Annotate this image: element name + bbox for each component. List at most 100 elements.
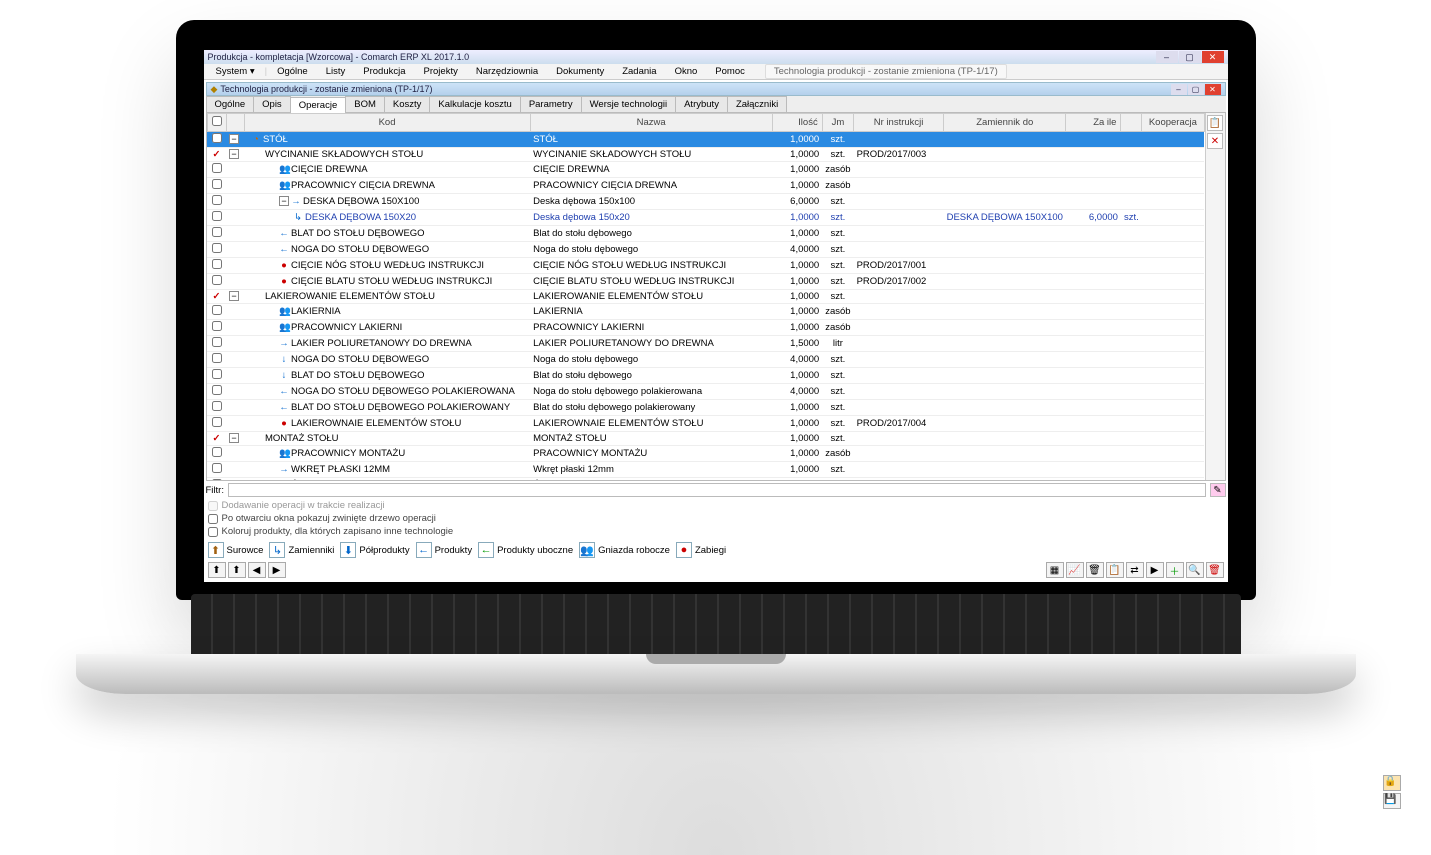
menu-ogolne[interactable]: Ogólne — [269, 65, 316, 78]
table-row[interactable]: ●LAKIEROWNAIE ELEMENTÓW STOŁULAKIEROWNAI… — [207, 416, 1204, 432]
col-instr[interactable]: Nr instrukcji — [854, 114, 944, 132]
legend-uboczne-icon: ← — [478, 542, 494, 558]
table-row[interactable]: 👥PRACOWNICY LAKIERNIPRACOWNICY LAKIERNI1… — [207, 320, 1204, 336]
menu-pomoc[interactable]: Pomoc — [707, 65, 753, 78]
table-header-row: Kod Nazwa Ilość Jm Nr instrukcji Zamienn… — [207, 114, 1204, 132]
table-row[interactable]: ↳DESKA DĘBOWA 150X20Deska dębowa 150x201… — [207, 210, 1204, 226]
bt-btn10[interactable]: ▶ — [1146, 562, 1164, 578]
table-row[interactable]: ✓−MONTAŻ STOŁUMONTAŻ STOŁU1,0000szt. — [207, 432, 1204, 446]
bt-btn2[interactable]: ⬆ — [228, 562, 246, 578]
tab-opis[interactable]: Opis — [253, 96, 291, 112]
table-row[interactable]: ↓BLAT DO STOŁU DĘBOWEGOBlat do stołu dęb… — [207, 368, 1204, 384]
opt1-checkbox — [208, 501, 218, 511]
opt3-checkbox[interactable] — [208, 527, 218, 537]
table-row[interactable]: ●CIĘCIE BLATU STOŁU WEDŁUG INSTRUKCJICIĘ… — [207, 274, 1204, 290]
side-delete-button[interactable]: ✕ — [1207, 133, 1223, 149]
table-row[interactable]: ←BLAT DO STOŁU DĘBOWEGOBlat do stołu dęb… — [207, 226, 1204, 242]
col-zaile[interactable]: Za ile — [1066, 114, 1121, 132]
bt-btn3[interactable]: ◀ — [248, 562, 266, 578]
menu-okno[interactable]: Okno — [667, 65, 706, 78]
tab-atrybuty[interactable]: Atrybuty — [675, 96, 728, 112]
col-jm[interactable]: Jm — [822, 114, 853, 132]
filter-row: Filtr: ✎ — [206, 483, 1226, 497]
table-row[interactable]: −→DESKA DĘBOWA 150X100Deska dębowa 150x1… — [207, 194, 1204, 210]
subwindow-minimize-button[interactable]: – — [1171, 84, 1187, 95]
col-koop[interactable]: Kooperacja — [1142, 114, 1204, 132]
menu-listy[interactable]: Listy — [318, 65, 354, 78]
tab-koszty[interactable]: Koszty — [384, 96, 431, 112]
legend-polprodukty-icon: ⬇ — [340, 542, 356, 558]
window-title: Produkcja - kompletacja [Wzorcowa] - Com… — [208, 52, 470, 62]
side-add-button[interactable]: 📋 — [1207, 115, 1223, 131]
filter-input[interactable] — [228, 483, 1206, 497]
bottom-toolbar: ⬆ ⬆ ◀ ▶ ▦ 📈 🗑 📋 ⇄ ▶ ＋ 🔍 🗑 — [208, 562, 1224, 578]
tab-operacje[interactable]: Operacje — [290, 97, 347, 113]
bt-btn7[interactable]: 🗑 — [1086, 562, 1104, 578]
menu-narzedziownia[interactable]: Narzędziownia — [468, 65, 546, 78]
tabs: Ogólne Opis Operacje BOM Koszty Kalkulac… — [206, 96, 1226, 113]
doc-indicator[interactable]: Technologia produkcji - zostanie zmienio… — [765, 64, 1007, 79]
table-row[interactable]: ●CIĘCIE NÓG STOŁU WEDŁUG INSTRUKCJICIĘCI… — [207, 258, 1204, 274]
bt-btn6[interactable]: 📈 — [1066, 562, 1084, 578]
table-row[interactable]: 👥CIĘCIE DREWNACIĘCIE DREWNA1,0000zasób — [207, 162, 1204, 178]
expand-toggle[interactable]: − — [229, 134, 239, 144]
filter-apply-button[interactable]: ✎ — [1210, 483, 1226, 497]
bt-btn9[interactable]: ⇄ — [1126, 562, 1144, 578]
legend-zabiegi-icon: ● — [676, 542, 692, 558]
operations-tree-grid[interactable]: Kod Nazwa Ilość Jm Nr instrukcji Zamienn… — [207, 113, 1205, 480]
table-row[interactable]: 👥PRACOWNICY CIĘCIA DREWNAPRACOWNICY CIĘC… — [207, 178, 1204, 194]
table-row[interactable]: →WKRĘT PŁASKI 12MMWkręt płaski 12mm1,000… — [207, 462, 1204, 478]
expand-toggle[interactable]: − — [229, 433, 239, 443]
window-close-button[interactable]: ✕ — [1202, 51, 1224, 63]
opt2-checkbox[interactable] — [208, 514, 218, 524]
table-row[interactable]: →ŚRUBA OZDOBNA 15MMŚruba ozdobna 15mm16,… — [207, 478, 1204, 481]
tab-zalaczniki[interactable]: Załączniki — [727, 96, 787, 112]
expand-toggle[interactable]: − — [229, 291, 239, 301]
tab-wersje[interactable]: Wersje technologii — [581, 96, 676, 112]
tab-kalkulacje[interactable]: Kalkulacje kosztu — [429, 96, 520, 112]
subwindow-titlebar: ◆ Technologia produkcji - zostanie zmien… — [206, 82, 1226, 96]
bt-btn4[interactable]: ▶ — [268, 562, 286, 578]
menu-dokumenty[interactable]: Dokumenty — [548, 65, 612, 78]
table-row[interactable]: ←NOGA DO STOŁU DĘBOWEGO POLAKIEROWANANog… — [207, 384, 1204, 400]
bt-search[interactable]: 🔍 — [1186, 562, 1204, 578]
bt-btn1[interactable]: ⬆ — [208, 562, 226, 578]
menu-zadania[interactable]: Zadania — [614, 65, 664, 78]
side-toolbar: 📋 ✕ — [1205, 113, 1225, 480]
tab-parametry[interactable]: Parametry — [520, 96, 582, 112]
legend-surowce-icon: ⬆ — [208, 542, 224, 558]
window-maximize-button[interactable]: ▢ — [1179, 51, 1201, 63]
expand-toggle[interactable]: − — [229, 149, 239, 159]
table-row[interactable]: ←BLAT DO STOŁU DĘBOWEGO POLAKIEROWANYBla… — [207, 400, 1204, 416]
tab-ogolne[interactable]: Ogólne — [206, 96, 255, 112]
col-nazwa[interactable]: Nazwa — [530, 114, 772, 132]
subwindow-title: Technologia produkcji - zostanie zmienio… — [220, 84, 432, 94]
col-ilosc[interactable]: Ilość — [772, 114, 822, 132]
window-minimize-button[interactable]: – — [1156, 51, 1178, 63]
table-row[interactable]: 👥LAKIERNIALAKIERNIA1,0000zasób — [207, 304, 1204, 320]
menubar: System ▾ | Ogólne Listy Produkcja Projek… — [204, 64, 1228, 80]
expand-toggle[interactable]: − — [279, 196, 289, 206]
col-kod[interactable]: Kod — [244, 114, 530, 132]
options: Dodawanie operacji w trakcie realizacji … — [208, 499, 1224, 538]
table-row[interactable]: 👥PRACOWNICY MONTAŻUPRACOWNICY MONTAŻU1,0… — [207, 446, 1204, 462]
col-zam[interactable]: Zamiennik do — [944, 114, 1066, 132]
table-row[interactable]: ✓−LAKIEROWANIE ELEMENTÓW STOŁULAKIEROWAN… — [207, 290, 1204, 304]
tab-bom[interactable]: BOM — [345, 96, 385, 112]
bt-btn5[interactable]: ▦ — [1046, 562, 1064, 578]
bt-add[interactable]: ＋ — [1166, 562, 1184, 578]
subwindow-close-button[interactable]: ✕ — [1205, 84, 1221, 95]
subwindow-maximize-button[interactable]: ▢ — [1188, 84, 1204, 95]
header-checkbox[interactable] — [212, 116, 222, 126]
legend-zamienniki-icon: ↳ — [269, 542, 285, 558]
menu-produkcja[interactable]: Produkcja — [355, 65, 413, 78]
table-row[interactable]: ↓NOGA DO STOŁU DĘBOWEGONoga do stołu dęb… — [207, 352, 1204, 368]
table-row[interactable]: ←NOGA DO STOŁU DĘBOWEGONoga do stołu dęb… — [207, 242, 1204, 258]
table-row[interactable]: −◔STÓŁSTÓŁ1,0000szt. — [207, 132, 1204, 148]
table-row[interactable]: ✓−WYCINANIE SKŁADOWYCH STOŁUWYCINANIE SK… — [207, 148, 1204, 162]
menu-projekty[interactable]: Projekty — [416, 65, 466, 78]
bt-delete[interactable]: 🗑 — [1206, 562, 1224, 578]
bt-btn8[interactable]: 📋 — [1106, 562, 1124, 578]
table-row[interactable]: →LAKIER POLIURETANOWY DO DREWNALAKIER PO… — [207, 336, 1204, 352]
menu-system[interactable]: System ▾ — [208, 65, 263, 78]
